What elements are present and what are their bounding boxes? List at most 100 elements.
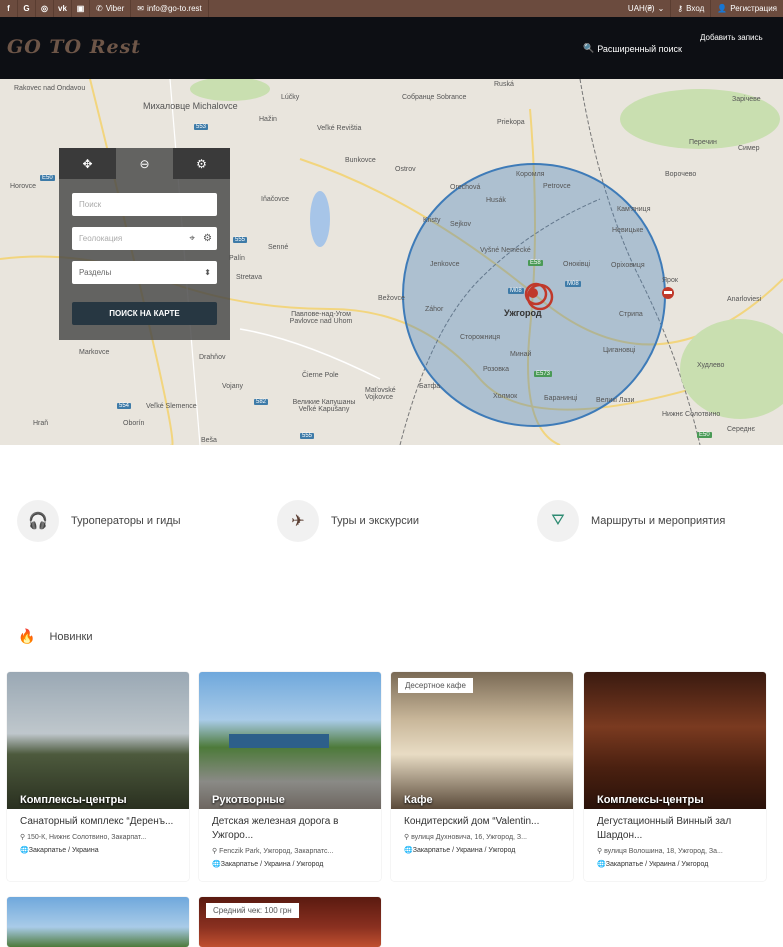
geolocation-input[interactable]: Геолокация ⌖ ⚙ <box>72 227 217 250</box>
map-label: Čierne Pole <box>302 372 339 379</box>
road-shield: E573 <box>534 371 553 377</box>
card-badge: Десертное кафе <box>398 678 473 693</box>
map-label: Veľké Slemence <box>146 403 197 410</box>
instagram-icon[interactable]: ◎ <box>36 0 54 17</box>
new-section-title: 🔥 Новинки <box>18 628 93 645</box>
currency-label: UAH(₴) <box>627 4 655 13</box>
card-region: 🌐Закарпатье / Украина <box>20 847 99 854</box>
map-label: Оноківці <box>563 261 591 268</box>
zoom-out-icon[interactable]: ⊖ <box>116 148 173 179</box>
move-icon[interactable]: ✥ <box>59 148 116 179</box>
map-label: Минай <box>510 351 532 358</box>
email-label: info@go-to.rest <box>146 4 202 13</box>
sections-select[interactable]: Разделы ⬍ <box>72 261 217 284</box>
map-search-button[interactable]: ПОИСК НА КАРТЕ <box>72 302 217 325</box>
currency-select[interactable]: UAH(₴) ⌄ <box>622 0 672 17</box>
category-label: Маршруты и мероприятия <box>591 515 726 527</box>
google-icon[interactable]: G <box>18 0 36 17</box>
search-icon: 🔍 <box>583 43 595 53</box>
card-image: Комплексы-центры <box>7 672 189 809</box>
map-label: Markovce <box>79 349 110 356</box>
fire-icon: 🔥 <box>18 628 36 644</box>
login-label: Вход <box>686 4 705 13</box>
search-input[interactable]: Поиск <box>72 193 217 216</box>
gear-icon[interactable]: ⚙ <box>203 233 212 244</box>
map-label: Senné <box>268 244 289 251</box>
map-label: Veľké Revištia <box>317 125 362 132</box>
youtube-icon[interactable]: ▣ <box>72 0 90 17</box>
card-image: Рукотворные <box>199 672 381 809</box>
map-label: Батфа <box>419 383 441 390</box>
map-label: Невицьке <box>612 227 644 234</box>
map-label: Кам'яниця <box>617 206 651 213</box>
card-title[interactable]: Санаторный комплекс “Деренъ... <box>20 815 176 829</box>
listing-card[interactable]: Десертное кафе Кафе Кондитерский дом “Va… <box>391 672 573 881</box>
register-label: Регистрация <box>730 4 777 13</box>
map-label: Vyšné Nemecké <box>480 247 531 254</box>
card-category: Кафе <box>404 794 433 806</box>
card-image: Комплексы-центры <box>584 672 766 809</box>
map-label: Коромля <box>516 171 545 178</box>
geolocation-placeholder: Геолокация <box>79 234 123 243</box>
email-link[interactable]: ✉ info@go-to.rest <box>131 0 209 17</box>
phone-icon: ✆ <box>96 4 103 13</box>
category-tours[interactable]: ✈ Туры и экскурсии <box>277 500 419 542</box>
card-address: ⚲ вулиця Волошина, 18, Ужгород, За... <box>597 848 723 855</box>
listing-card[interactable]: Рукотворные Детская железная дорога в Ужг… <box>199 672 381 881</box>
road-shield: 555 <box>233 237 248 243</box>
register-link[interactable]: 👤 Регистрация <box>711 0 783 17</box>
card-region: 🌐Закарпатье / Украина / Ужгород <box>404 847 516 854</box>
settings-icon[interactable]: ⚙ <box>173 148 230 179</box>
map-label: Jenkovce <box>430 261 460 268</box>
map-label: Розовка <box>483 366 510 373</box>
select-arrows-icon: ⬍ <box>204 268 211 277</box>
map-label: Bunkovce <box>345 157 376 164</box>
map-label: Симер <box>738 145 760 152</box>
category-tour-operators[interactable]: 🎧 Туроператоры и гиды <box>17 500 181 542</box>
map-label: Великі Лази <box>596 397 635 404</box>
map-label: Maťovské Vojkovce <box>365 387 396 401</box>
listing-card[interactable]: Комплексы-центры Дегустационный Винный з… <box>584 672 766 881</box>
listing-card[interactable]: Комплексы-центры Санаторный комплекс “Де… <box>7 672 189 881</box>
card-region: 🌐Закарпатье / Украина / Ужгород <box>212 861 324 868</box>
advanced-search-link[interactable]: 🔍 Расширенный поиск <box>583 43 682 54</box>
card-title[interactable]: Дегустационный Винный зал Шардон... <box>597 815 753 843</box>
map-label: Ворочево <box>665 171 697 178</box>
map-label: Hraň <box>33 420 49 427</box>
advanced-search-label: Расширенный поиск <box>597 43 682 54</box>
listing-card[interactable]: Средний чек: 100 грн <box>199 897 381 947</box>
login-link[interactable]: ⚷ Вход <box>671 0 712 17</box>
map-label: Vojany <box>222 383 244 390</box>
map-label: Lúčky <box>281 94 300 101</box>
add-record-link[interactable]: Добавить запись <box>700 33 763 42</box>
map-label: Сторожниця <box>460 334 501 341</box>
road-shield: 554 <box>117 403 132 409</box>
map-label: Баранинці <box>544 395 578 402</box>
facebook-icon[interactable]: f <box>0 0 18 17</box>
map-label: Цигановці <box>603 347 636 354</box>
map-label: Iňačovce <box>261 196 290 203</box>
card-category: Комплексы-центры <box>20 794 127 806</box>
chevron-down-icon: ⌄ <box>657 4 665 13</box>
site-logo[interactable]: GO TO Rest <box>7 36 141 58</box>
listing-card[interactable] <box>7 897 189 947</box>
card-title[interactable]: Кондитерский дом “Valentin... <box>404 815 560 829</box>
road-shield: M08 <box>565 281 581 287</box>
crosshair-icon[interactable]: ⌖ <box>189 233 195 244</box>
plane-icon: ✈ <box>277 500 319 542</box>
map-label: Sejkov <box>450 221 472 228</box>
map-label: Оріховиця <box>611 262 645 269</box>
map-label-uzhgorod: Ужгород <box>504 308 542 318</box>
headphones-icon: 🎧 <box>17 500 59 542</box>
card-image: Десертное кафе Кафе <box>391 672 573 809</box>
category-label: Туры и экскурсии <box>331 515 420 527</box>
map-label: Великие Капушаны Veľké Kapušany <box>292 399 356 413</box>
card-badge: Средний чек: 100 грн <box>206 903 299 918</box>
vk-icon[interactable]: vk <box>54 0 72 17</box>
card-title[interactable]: Детская железная дорога в Ужгоро... <box>212 815 368 843</box>
viber-link[interactable]: ✆ Viber <box>90 0 132 17</box>
map-label: Зарічеве <box>732 96 761 103</box>
map-label: Husák <box>486 197 506 204</box>
map-label: Horovce <box>10 183 37 190</box>
category-routes[interactable]: ⛛ Маршруты и мероприятия <box>537 500 725 542</box>
